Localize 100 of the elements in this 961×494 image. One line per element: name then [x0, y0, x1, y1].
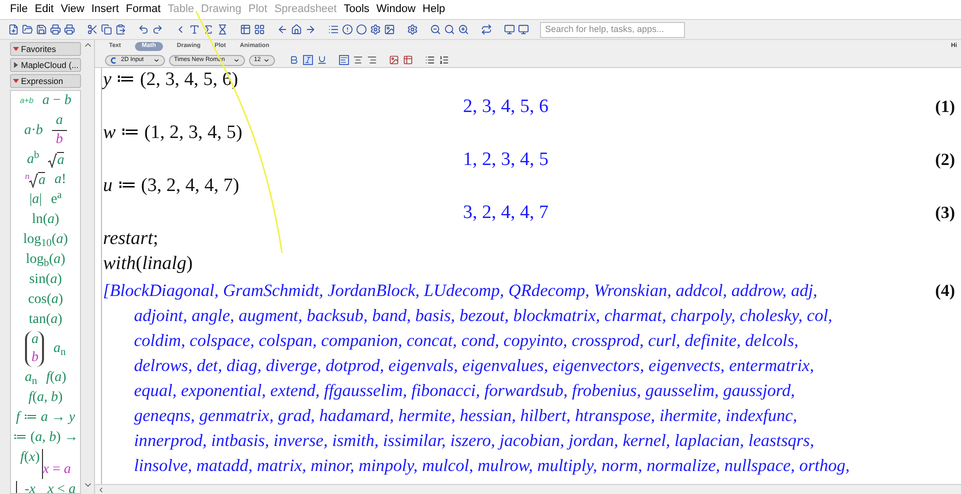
palette-item[interactable]: cos(a): [28, 291, 64, 309]
palette-item[interactable]: f(a): [46, 369, 66, 387]
monitor-icon[interactable]: [518, 24, 529, 35]
table-icon[interactable]: [403, 55, 413, 65]
copy-icon[interactable]: [101, 24, 112, 35]
menu-item[interactable]: File: [10, 1, 28, 18]
image-icon[interactable]: [384, 24, 395, 35]
palette-item[interactable]: a$^{b}$: [26, 151, 40, 169]
menu-item[interactable]: View: [60, 1, 84, 18]
alert-icon[interactable]: [342, 24, 353, 35]
palette-item[interactable]: log$_{10}$(a): [23, 231, 68, 249]
palette-item[interactable]: a$_{n}$: [24, 369, 38, 387]
math-output: 2, 3, 4, 5, 6: [463, 94, 548, 119]
bullet-list-icon[interactable]: [425, 55, 435, 65]
palette-item[interactable]: a − b: [42, 92, 72, 110]
zoom-out-icon[interactable]: [430, 24, 441, 35]
home-icon[interactable]: [291, 24, 302, 35]
save-icon[interactable]: [36, 24, 47, 35]
palette-item[interactable]: ln(a): [32, 211, 60, 229]
caret-icon: [153, 56, 160, 64]
math-output: geneqns, genmatrix, grad, hadamard, hermite, hessian, hilbert, htranspose, ihermite, indexfunc,: [133, 405, 798, 427]
math-output: delrows, det, diag, diverge, dotprod, eigenvals, eigenvalues, eigenvectors, eigenvects, entermatrix,: [133, 355, 816, 377]
math-output: adjoint, angle, augment, backsub, band, basis, bezout, blockmatrix, charmat, charpoly, cholesky, col,: [133, 305, 834, 327]
mode-icon: [110, 56, 117, 64]
zoom-icon[interactable]: [444, 24, 455, 35]
palette-item[interactable]: a: [48, 152, 64, 168]
sigma-icon[interactable]: [203, 24, 214, 35]
horizontal-scrollbar[interactable]: [95, 484, 961, 494]
hourglass-icon[interactable]: [217, 24, 228, 35]
palette-item[interactable]: a·b: [24, 122, 43, 140]
printer-icon[interactable]: [64, 24, 75, 35]
palette-item[interactable]: f(a, b): [28, 389, 63, 407]
open-folder-icon[interactable]: [22, 24, 33, 35]
palette-item[interactable]: log$_{b}$(a): [26, 251, 66, 269]
equation-label: (1): [935, 96, 955, 118]
paste-icon[interactable]: [115, 24, 126, 35]
math-input[interactable]: w ≔ (1, 2, 3, 4, 5): [103, 119, 242, 148]
palette-item[interactable]: a$_{n}$: [53, 340, 66, 358]
grid-icon[interactable]: [254, 24, 265, 35]
palette-item[interactable]: e$^{a}$: [50, 191, 62, 209]
image-icon[interactable]: [389, 55, 399, 65]
numbered-list-icon[interactable]: [439, 55, 449, 65]
palette-header[interactable]: Favorites: [10, 42, 82, 56]
search-field[interactable]: Search for help, tasks, apps...: [540, 22, 685, 38]
printer-icon[interactable]: [50, 24, 61, 35]
text-icon[interactable]: [189, 24, 200, 35]
palette-item[interactable]: a b: [25, 331, 44, 367]
palette-header[interactable]: MapleCloud (...: [10, 58, 82, 72]
palette-item[interactable]: a b: [52, 112, 67, 149]
palette-item[interactable]: a!: [54, 171, 66, 189]
equation-label: (4): [935, 280, 955, 302]
menu-item[interactable]: Insert: [91, 1, 119, 18]
menu-item[interactable]: Help: [422, 1, 446, 18]
palette-item[interactable]: tan(a): [28, 311, 62, 329]
math-output: innerprod, intbasis, inverse, ismith, issimilar, iszero, jacobian, jordan, kernel, laplacian, leastsqrs,: [133, 430, 816, 452]
palette-item[interactable]: a+b: [20, 95, 34, 107]
back-arrow-icon[interactable]: [277, 24, 288, 35]
align-right-icon[interactable]: [367, 55, 377, 65]
align-left-icon[interactable]: [339, 55, 349, 65]
caret-icon: [263, 56, 270, 64]
equation-label: (3): [935, 202, 955, 224]
menu-item[interactable]: Window: [376, 1, 416, 18]
palette-title: Favorites: [21, 42, 56, 56]
palette-item[interactable]: -x x < a: [16, 481, 76, 493]
forward-arrow-icon[interactable]: [305, 24, 316, 35]
palette-title: MapleCloud (...: [21, 58, 79, 72]
scroll-left-icon[interactable]: [97, 486, 105, 494]
bold-icon[interactable]: [289, 55, 299, 65]
list-icon[interactable]: [328, 24, 339, 35]
scissors-icon[interactable]: [87, 24, 98, 35]
math-output: [BlockDiagonal, GramSchmidt, JordanBlock, LUdecomp, QRdecomp, Wronskian, addcol, addrow, adj,: [103, 280, 818, 302]
math-output: equal, exponential, extend, ffgausselim, fibonacci, forwardsub, frobenius, gausselim, gaussjord,: [133, 380, 796, 402]
palette-item[interactable]: sin(a): [29, 271, 62, 289]
gear-icon[interactable]: [407, 24, 418, 35]
caret-icon: [233, 56, 240, 64]
palette-item[interactable]: |a|: [29, 191, 42, 209]
menu-item[interactable]: Format: [126, 1, 161, 18]
undo-icon[interactable]: [138, 24, 149, 35]
italic-icon[interactable]: [303, 55, 313, 65]
table-icon[interactable]: [240, 24, 251, 35]
underline-icon[interactable]: [317, 55, 327, 65]
circle-icon[interactable]: [356, 24, 367, 35]
redo-icon[interactable]: [152, 24, 163, 35]
radical-sign-icon: [48, 152, 58, 168]
palette-item[interactable]: ≔ (a, b) →: [12, 429, 78, 447]
align-center-icon[interactable]: [353, 55, 363, 65]
gear-icon[interactable]: [370, 24, 381, 35]
menu-item[interactable]: Edit: [34, 1, 54, 18]
repeat-icon[interactable]: [481, 24, 492, 35]
math-output: 1, 2, 3, 4, 5: [463, 148, 548, 172]
equation-label: (2): [935, 149, 955, 172]
menu-item[interactable]: Tools: [344, 1, 370, 18]
palette-header[interactable]: Expression: [10, 74, 82, 88]
zoom-in-icon[interactable]: [458, 24, 469, 35]
math-output: coldim, colspace, colspan, companion, concat, cond, copyinto, crossprod, curl, definite, delcols,: [133, 330, 800, 352]
palette-item[interactable]: $^{n}$ a: [24, 172, 46, 188]
math-output: linsolve, matadd, matrix, minor, minpoly, mulcol, mulrow, multiply, norm, normalize, nullspace, orthog,: [133, 455, 850, 477]
palette-item[interactable]: f ≔ a → y: [16, 409, 76, 427]
math-input[interactable]: u ≔ (3, 2, 4, 4, 7): [103, 172, 240, 201]
new-file-icon[interactable]: [8, 24, 19, 35]
